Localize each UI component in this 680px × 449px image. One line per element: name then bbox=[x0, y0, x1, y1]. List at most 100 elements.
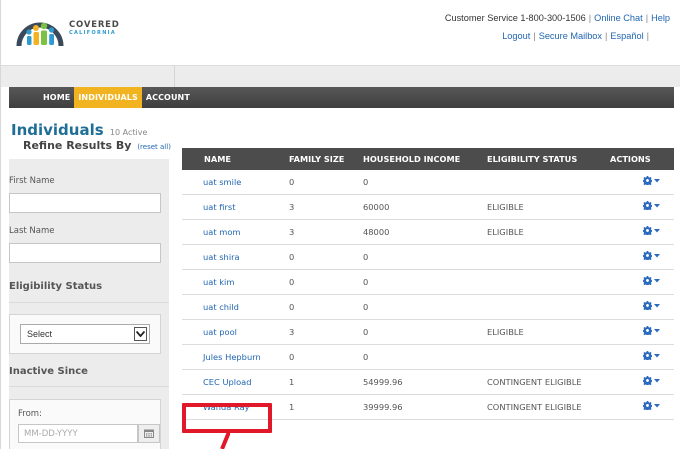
customer-service-text: Customer Service 1-800-300-1506 bbox=[444, 13, 586, 23]
table-row[interactable]: CEC Upload 1 54999.96 CONTINGENT ELIGIBLE bbox=[182, 370, 674, 395]
help-link[interactable]: Help bbox=[651, 13, 670, 23]
active-count: 10 Active bbox=[109, 128, 148, 137]
row-name-link[interactable]: uat child bbox=[182, 302, 281, 312]
row-name-link[interactable]: uat smile bbox=[182, 177, 281, 187]
row-family-size: 3 bbox=[289, 227, 295, 237]
nav-individuals[interactable]: INDIVIDUALS bbox=[74, 87, 142, 108]
gear-icon bbox=[643, 276, 652, 285]
gear-icon bbox=[643, 251, 652, 260]
table-row[interactable]: uat child 0 0 bbox=[182, 295, 674, 320]
chevron-down-icon bbox=[654, 403, 660, 407]
from-label: From: bbox=[18, 409, 42, 419]
band-divider bbox=[174, 66, 175, 87]
row-actions-menu[interactable] bbox=[604, 301, 674, 313]
inactive-since-container: From: MM-DD-YYYY bbox=[9, 399, 161, 449]
chevron-down-icon bbox=[654, 278, 660, 282]
first-name-label: First Name bbox=[9, 176, 55, 186]
annotation-arrow bbox=[220, 432, 230, 449]
nav-account[interactable]: ACCOUNT bbox=[142, 87, 194, 108]
eligibility-select-value: Select bbox=[27, 329, 53, 339]
row-actions-menu[interactable] bbox=[604, 351, 674, 363]
row-family-size: 0 bbox=[289, 252, 295, 262]
col-family-size-header[interactable]: FAMILY SIZE bbox=[281, 154, 357, 164]
row-actions-menu[interactable] bbox=[604, 401, 674, 413]
row-family-size: 3 bbox=[289, 327, 295, 337]
chevron-down-icon bbox=[654, 378, 660, 382]
secure-mailbox-link[interactable]: Secure Mailbox bbox=[539, 31, 602, 41]
chevron-down-icon bbox=[654, 228, 660, 232]
covered-california-logo[interactable]: COVERED CALIFORNIA bbox=[15, 8, 135, 50]
chevron-down-icon bbox=[654, 203, 660, 207]
chevron-down-icon[interactable] bbox=[134, 327, 147, 341]
last-name-label: Last Name bbox=[9, 226, 55, 236]
row-household-income: 0 bbox=[363, 327, 369, 337]
row-family-size: 0 bbox=[289, 177, 295, 187]
chevron-down-icon bbox=[654, 253, 660, 257]
eligibility-status-title: Eligibility Status bbox=[9, 281, 103, 292]
gear-icon bbox=[643, 201, 652, 210]
row-household-income: 0 bbox=[363, 302, 369, 312]
table-row[interactable]: Jules Hepburn 0 0 bbox=[182, 345, 674, 370]
refine-title: Refine Results By bbox=[23, 139, 132, 152]
section-divider bbox=[9, 302, 169, 303]
row-name-link[interactable]: Jules Hepburn bbox=[182, 352, 281, 362]
online-chat-link[interactable]: Online Chat bbox=[594, 13, 643, 23]
logout-link[interactable]: Logout bbox=[502, 31, 530, 41]
page-title-text: Individuals bbox=[11, 121, 104, 139]
main-nav: HOME INDIVIDUALS ACCOUNT bbox=[9, 87, 674, 108]
chevron-down-icon bbox=[654, 178, 660, 182]
col-actions-header: ACTIONS bbox=[610, 154, 651, 164]
section-divider bbox=[9, 386, 169, 387]
row-name-link[interactable]: uat first bbox=[182, 202, 281, 212]
row-household-income: 48000 bbox=[363, 227, 390, 237]
row-household-income: 0 bbox=[363, 177, 369, 187]
table-header: NAME FAMILY SIZE HOUSEHOLD INCOME ELIGIB… bbox=[182, 148, 674, 170]
espanol-link[interactable]: Español bbox=[610, 31, 643, 41]
refine-heading: Refine Results By (reset all) bbox=[23, 139, 171, 152]
logo-mark-icon bbox=[16, 22, 64, 47]
from-date-input[interactable]: MM-DD-YYYY bbox=[18, 424, 138, 443]
chevron-down-icon bbox=[654, 353, 660, 357]
last-name-input[interactable] bbox=[9, 243, 161, 263]
gear-icon bbox=[643, 376, 652, 385]
chevron-down-icon bbox=[654, 303, 660, 307]
row-actions-menu[interactable] bbox=[604, 276, 674, 288]
row-name-link[interactable]: uat mom bbox=[182, 227, 281, 237]
col-name-header[interactable]: NAME bbox=[182, 154, 281, 164]
row-actions-menu[interactable] bbox=[604, 326, 674, 338]
calendar-icon[interactable] bbox=[138, 424, 160, 443]
row-actions-menu[interactable] bbox=[604, 226, 674, 238]
row-family-size: 3 bbox=[289, 202, 295, 212]
eligibility-select[interactable]: Select bbox=[20, 324, 150, 344]
reset-all-link[interactable]: (reset all) bbox=[137, 143, 171, 151]
first-name-input[interactable] bbox=[9, 193, 161, 213]
individuals-table: NAME FAMILY SIZE HOUSEHOLD INCOME ELIGIB… bbox=[182, 148, 674, 420]
eligibility-select-container: Select bbox=[9, 314, 161, 354]
gray-band bbox=[1, 66, 680, 87]
nav-home[interactable]: HOME bbox=[39, 87, 74, 108]
col-eligibility-status-header[interactable]: ELIGIBILITY STATUS bbox=[476, 154, 604, 164]
logo-text: COVERED CALIFORNIA bbox=[69, 21, 120, 36]
row-family-size: 0 bbox=[289, 352, 295, 362]
row-name-link[interactable]: uat shira bbox=[182, 252, 281, 262]
row-actions-menu[interactable] bbox=[604, 251, 674, 263]
table-row[interactable]: uat pool 3 0 ELIGIBLE bbox=[182, 320, 674, 345]
table-row[interactable]: uat smile 0 0 bbox=[182, 170, 674, 195]
table-row[interactable]: uat first 3 60000 ELIGIBLE bbox=[182, 195, 674, 220]
row-family-size: 0 bbox=[289, 302, 295, 312]
row-actions-menu[interactable] bbox=[604, 376, 674, 388]
row-name-link[interactable]: CEC Upload bbox=[182, 377, 281, 387]
utility-links-bottom: Logout | Secure Mailbox | Español | bbox=[502, 31, 649, 41]
row-actions-menu[interactable] bbox=[604, 176, 674, 188]
gear-icon bbox=[643, 326, 652, 335]
row-actions-menu[interactable] bbox=[604, 201, 674, 213]
logo-line2: CALIFORNIA bbox=[69, 29, 117, 36]
table-row[interactable]: uat shira 0 0 bbox=[182, 245, 674, 270]
chevron-down-icon bbox=[654, 328, 660, 332]
col-household-income-header[interactable]: HOUSEHOLD INCOME bbox=[357, 154, 476, 164]
row-name-link[interactable]: uat pool bbox=[182, 327, 281, 337]
table-row[interactable]: uat mom 3 48000 ELIGIBLE bbox=[182, 220, 674, 245]
row-name-link[interactable]: uat kim bbox=[182, 277, 281, 287]
page-title: Individuals 10 Active bbox=[11, 121, 147, 139]
table-row[interactable]: uat kim 0 0 bbox=[182, 270, 674, 295]
